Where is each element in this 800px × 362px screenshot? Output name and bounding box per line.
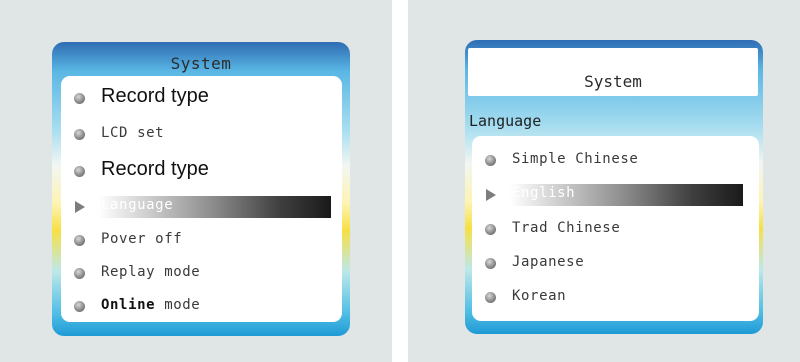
menu-item-label-bold: Online [101, 297, 156, 313]
menu-item-online-mode[interactable]: Online mode [61, 296, 342, 318]
menu-item-lcd-set[interactable]: LCD set [61, 124, 342, 146]
menu-item-korean[interactable]: Korean [472, 287, 759, 309]
menu-item-label-rest: mode [155, 297, 201, 313]
menu-item-trad-chinese[interactable]: Trad Chinese [472, 219, 759, 241]
bullet-dot-icon [74, 93, 85, 104]
menu-item-label: Trad Chinese [512, 220, 621, 236]
menu-item-record-type[interactable]: Record type [61, 85, 342, 110]
bullet-dot-icon [485, 258, 496, 269]
menu-list: Simple Chinese English Trad Chinese Japa… [472, 136, 759, 321]
system-menu-screen: System Record type LCD set Record type L… [52, 42, 350, 336]
menu-item-label: Japanese [512, 254, 585, 270]
menu-item-label: Replay mode [101, 264, 201, 280]
menu-item-label: Simple Chinese [512, 151, 639, 167]
screen-title: System [170, 54, 232, 73]
menu-item-power-off[interactable]: Pover off [61, 230, 342, 252]
bullet-dot-icon [74, 301, 85, 312]
menu-item-label: LCD set [101, 125, 165, 141]
bullet-dot-icon [485, 155, 496, 166]
bullet-dot-icon [74, 235, 85, 246]
screen-title-box: System [468, 48, 758, 96]
bullet-dot-icon [74, 129, 85, 140]
language-menu-screen: System Language Simple Chinese English T… [465, 40, 763, 334]
right-panel: System Language Simple Chinese English T… [408, 0, 800, 362]
menu-item-japanese[interactable]: Japanese [472, 253, 759, 275]
menu-list: Record type LCD set Record type Language… [61, 76, 342, 322]
play-arrow-icon [486, 189, 496, 201]
menu-item-record-type-2[interactable]: Record type [61, 158, 342, 183]
menu-item-simple-chinese[interactable]: Simple Chinese [472, 150, 759, 172]
bullet-dot-icon [74, 166, 85, 177]
play-arrow-icon [75, 201, 85, 213]
left-panel: System Record type LCD set Record type L… [0, 0, 392, 362]
menu-item-label: Korean [512, 288, 567, 304]
menu-item-label: Record type [101, 158, 209, 180]
menu-item-replay-mode[interactable]: Replay mode [61, 263, 342, 285]
menu-item-label: Record type [101, 85, 209, 107]
menu-item-label: Language [101, 197, 174, 213]
menu-item-label: Online mode [101, 297, 200, 313]
screen-title: System [584, 72, 642, 91]
menu-item-label: Pover off [101, 231, 183, 247]
section-label: Language [469, 112, 542, 130]
menu-item-language[interactable]: Language [61, 196, 342, 218]
bullet-dot-icon [485, 224, 496, 235]
menu-item-label: English [512, 185, 576, 201]
menu-item-english[interactable]: English [472, 184, 759, 206]
bullet-dot-icon [485, 292, 496, 303]
bullet-dot-icon [74, 268, 85, 279]
